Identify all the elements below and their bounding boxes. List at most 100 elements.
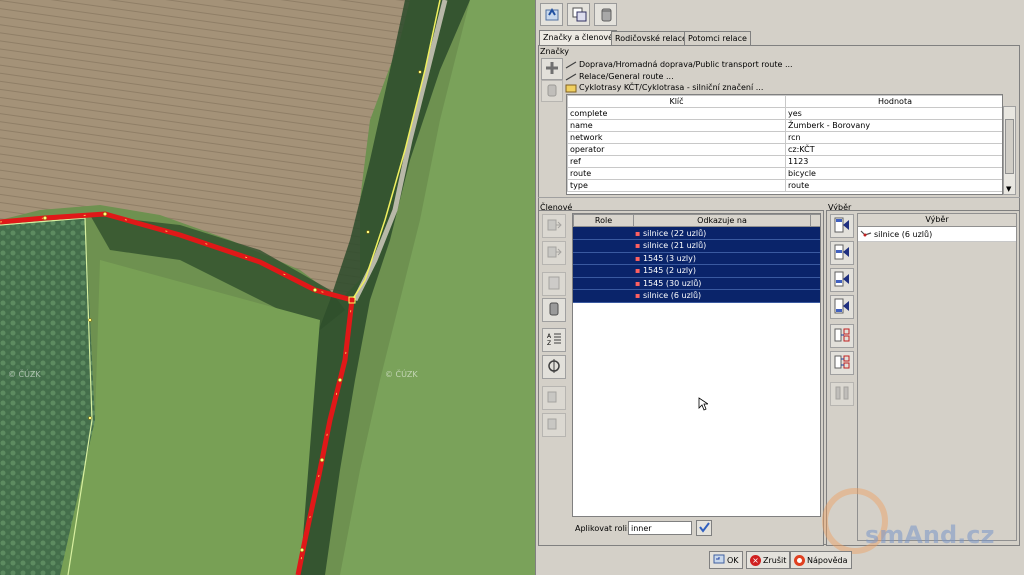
split-divider[interactable] — [538, 197, 1020, 201]
remove-selected-button[interactable] — [830, 382, 854, 406]
delete-icon — [598, 6, 614, 24]
column-header-role[interactable]: Role — [573, 214, 634, 227]
tag-key[interactable]: operator — [567, 143, 786, 156]
tags-table[interactable]: Klíč Hodnota complete yes name Žumberk - B… — [566, 94, 1003, 195]
table-row[interactable]: network rcn — [567, 131, 1002, 144]
trash-icon — [546, 301, 562, 319]
duplicate-button[interactable] — [567, 3, 590, 26]
tag-value[interactable]: rcn — [785, 131, 1002, 144]
tag-key[interactable]: network — [567, 131, 786, 144]
select-in-list-button[interactable] — [830, 351, 854, 375]
tag-key[interactable]: route — [567, 167, 786, 180]
tag-value[interactable]: bicycle — [785, 167, 1002, 180]
reverse-members-button[interactable] — [542, 355, 566, 379]
edit-member-button[interactable] — [542, 272, 566, 296]
help-label: Nápověda — [807, 555, 848, 565]
selection-table[interactable]: Výběr silnice (6 uzlů) — [857, 213, 1017, 541]
member-refers[interactable]: ▪ 1545 (3 uzly) — [633, 252, 810, 265]
cancel-button[interactable]: × Zrušit — [746, 551, 791, 569]
column-header-key[interactable]: Klíč — [567, 95, 786, 108]
remove-member-button[interactable] — [542, 298, 566, 322]
tab-parent-relations[interactable]: Rodičovské relace — [611, 31, 691, 45]
help-button[interactable]: Nápověda — [790, 551, 852, 569]
column-header-value[interactable]: Hodnota — [785, 95, 1002, 108]
member-label: 1545 (3 uzly) — [642, 253, 696, 263]
select-members-button[interactable] — [830, 324, 854, 348]
column-header-link — [810, 214, 820, 227]
sort-members-button[interactable]: AZ — [542, 328, 566, 352]
move-down-button[interactable] — [542, 241, 566, 265]
member-role[interactable] — [573, 252, 633, 265]
move-up-button[interactable] — [542, 214, 566, 238]
table-row[interactable]: operator cz:KČT — [567, 143, 1002, 156]
map-view[interactable]: © ČÚZK © ČÚZK — [0, 0, 535, 575]
preset-relation-public-transport[interactable]: Doprava/Hromadná doprava/Public transpor… — [565, 59, 793, 70]
tags-scrollbar[interactable]: ▼ — [1003, 106, 1016, 195]
delete-relation-button[interactable] — [594, 3, 617, 26]
chevron-down-icon[interactable]: ▼ — [1006, 185, 1011, 193]
member-role[interactable] — [573, 227, 633, 240]
table-row[interactable]: ▪ silnice (21 uzlů) — [573, 239, 820, 253]
apply-role-button[interactable] — [696, 520, 712, 536]
table-row[interactable]: ▪ 1545 (30 uzlů) — [573, 277, 820, 290]
preset-relation-general[interactable]: Relace/General route ... — [565, 71, 674, 82]
way-icon — [860, 230, 872, 237]
table-row[interactable]: name Žumberk - Borovany — [567, 119, 1002, 132]
table-row[interactable]: ▪ silnice (22 uzlů) — [573, 227, 820, 240]
add-selected-before-button[interactable] — [830, 241, 854, 265]
svg-text:A: A — [547, 333, 552, 340]
tag-key[interactable]: name — [567, 119, 786, 132]
apply-button[interactable] — [540, 3, 563, 26]
table-row[interactable]: type route — [567, 179, 1002, 192]
tag-value[interactable]: cz:KČT — [785, 143, 1002, 156]
plus-icon — [545, 61, 559, 77]
table-row[interactable]: ▪ 1545 (2 uzly) — [573, 264, 820, 278]
route-icon — [565, 60, 577, 69]
tab-tags-members[interactable]: Značky a členové — [539, 30, 618, 45]
table-row[interactable]: complete yes — [567, 107, 1002, 120]
table-row[interactable]: ▪ silnice (6 uzlů) — [573, 289, 820, 303]
column-header-refers[interactable]: Odkazuje na — [633, 214, 811, 227]
member-refers[interactable]: ▪ 1545 (30 uzlů) — [633, 277, 810, 290]
tag-key[interactable]: type — [567, 179, 786, 192]
table-row[interactable]: ref 1123 — [567, 155, 1002, 168]
add-tag-button[interactable] — [541, 58, 563, 80]
tab-child-relations[interactable]: Potomci relace — [684, 31, 751, 45]
preset-relation-cycle-route[interactable]: Cyklotrasy KČT/Cyklotrasa - silniční zna… — [565, 82, 763, 93]
arrow-up-icon — [546, 217, 562, 235]
member-role[interactable] — [573, 264, 633, 278]
tag-value[interactable]: Žumberk - Borovany — [785, 119, 1002, 132]
tag-key[interactable]: complete — [567, 107, 786, 120]
tag-value[interactable]: route — [785, 179, 1002, 192]
add-after-icon — [833, 270, 851, 290]
tag-value[interactable]: 1123 — [785, 155, 1002, 168]
download-incomplete-button[interactable] — [542, 413, 566, 437]
map-canvas[interactable] — [0, 0, 535, 575]
tag-value[interactable]: yes — [785, 107, 1002, 120]
members-table[interactable]: Role Odkazuje na ▪ silnice (22 uzlů) ▪ s… — [572, 213, 821, 517]
ok-button[interactable]: OK — [709, 551, 743, 569]
table-row[interactable]: silnice (6 uzlů) — [858, 227, 1016, 242]
table-row[interactable]: route bicycle — [567, 167, 1002, 180]
add-selected-after-button[interactable] — [830, 268, 854, 292]
apply-role-label: Aplikovat roli: — [575, 524, 630, 533]
tag-key[interactable]: ref — [567, 155, 786, 168]
download-members-button[interactable] — [542, 386, 566, 410]
apply-role-input[interactable] — [628, 521, 692, 535]
table-row[interactable]: ▪ 1545 (3 uzly) — [573, 252, 820, 265]
scrollbar-thumb[interactable] — [1005, 119, 1014, 174]
delete-tag-button[interactable] — [541, 80, 563, 102]
column-header-selection[interactable]: Výběr — [858, 214, 1016, 227]
member-refers[interactable]: ▪ silnice (6 uzlů) — [633, 289, 810, 303]
add-selected-last-button[interactable] — [830, 295, 854, 319]
add-selected-first-button[interactable] — [830, 214, 854, 238]
member-label: 1545 (2 uzly) — [642, 266, 696, 276]
member-refers[interactable]: ▪ silnice (21 uzlů) — [633, 239, 810, 253]
member-refers[interactable]: ▪ silnice (22 uzlů) — [633, 227, 810, 240]
member-role[interactable] — [573, 277, 633, 290]
preset-label: Cyklotrasy KČT/Cyklotrasa - silniční zna… — [579, 83, 764, 92]
member-role[interactable] — [573, 289, 633, 303]
member-refers[interactable]: ▪ 1545 (2 uzly) — [633, 264, 810, 278]
member-role[interactable] — [573, 239, 633, 253]
svg-text:Z: Z — [547, 340, 551, 347]
